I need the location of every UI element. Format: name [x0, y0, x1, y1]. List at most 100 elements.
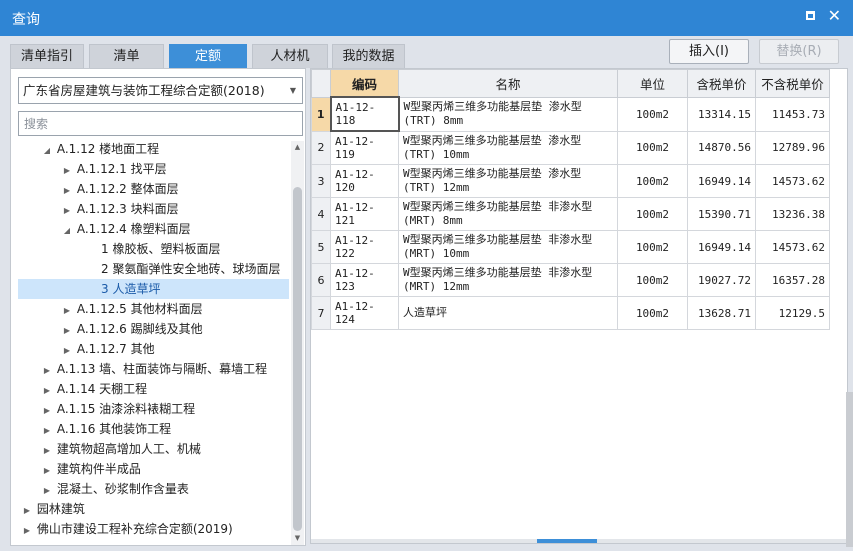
- cell-name[interactable]: W型聚丙烯三维多功能基层垫 非渗水型(MRT) 8mm: [398, 197, 618, 231]
- table-row[interactable]: 3 A1-12-120 W型聚丙烯三维多功能基层垫 渗水型(TRT) 12mm …: [311, 164, 830, 198]
- cell-tax-price[interactable]: 14870.56: [687, 130, 756, 165]
- scrollbar-thumb[interactable]: [293, 187, 302, 531]
- tree-scrollbar[interactable]: ▲ ▼: [291, 141, 304, 545]
- tab-bill-guide[interactable]: 清单指引: [10, 44, 84, 68]
- cell-unit[interactable]: 100m2: [617, 296, 688, 330]
- collapsed-triangle-icon[interactable]: ▶: [41, 481, 53, 501]
- replace-button[interactable]: 替换(R): [759, 39, 839, 64]
- cell-name[interactable]: 人造草坪: [398, 296, 618, 330]
- tree-item-semi-finished-components[interactable]: ▶ 建筑构件半成品: [41, 459, 141, 479]
- collapsed-triangle-icon[interactable]: ▶: [41, 421, 53, 441]
- scrollbar-thumb[interactable]: [537, 539, 597, 543]
- collapsed-triangle-icon[interactable]: ▶: [41, 381, 53, 401]
- cell-unit[interactable]: 100m2: [617, 263, 688, 297]
- column-header-notax-price[interactable]: 不含税单价: [755, 69, 830, 98]
- cell-tax-price[interactable]: 16949.14: [687, 230, 756, 264]
- cell-unit[interactable]: 100m2: [617, 230, 688, 264]
- collapsed-triangle-icon[interactable]: ▶: [61, 321, 73, 341]
- cell-notax-price[interactable]: 16357.28: [755, 263, 830, 297]
- cell-tax-price[interactable]: 16949.14: [687, 164, 756, 198]
- collapsed-triangle-icon[interactable]: ▶: [61, 301, 73, 321]
- tree-item-a1-16[interactable]: ▶ A.1.16 其他装饰工程: [41, 419, 171, 439]
- column-header-code[interactable]: 编码: [330, 69, 399, 98]
- tree-item-a1-12[interactable]: ◢ A.1.12 楼地面工程: [41, 139, 159, 159]
- collapsed-triangle-icon[interactable]: ▶: [61, 341, 73, 361]
- collapsed-triangle-icon[interactable]: ▶: [21, 501, 33, 521]
- tree-item-garden-building[interactable]: ▶ 园林建筑: [21, 499, 85, 519]
- cell-name[interactable]: W型聚丙烯三维多功能基层垫 渗水型(TRT) 12mm: [398, 164, 618, 198]
- column-header-tax-price[interactable]: 含税单价: [687, 69, 756, 98]
- cell-notax-price[interactable]: 14573.62: [755, 230, 830, 264]
- tree-item-artificial-turf[interactable]: 3 人造草坪: [18, 279, 289, 299]
- tree-item-a1-12-5[interactable]: ▶ A.1.12.5 其他材料面层: [61, 299, 203, 319]
- tab-quota[interactable]: 定额: [169, 44, 247, 68]
- collapsed-triangle-icon[interactable]: ▶: [41, 441, 53, 461]
- quota-library-select[interactable]: 广东省房屋建筑与装饰工程综合定额(2018) ▼: [18, 77, 303, 104]
- expanded-triangle-icon[interactable]: ◢: [61, 221, 73, 241]
- cell-code[interactable]: A1-12-119: [330, 130, 399, 165]
- tree-item-a1-12-6[interactable]: ▶ A.1.12.6 踢脚线及其他: [61, 319, 203, 339]
- cell-code[interactable]: A1-12-121: [330, 197, 399, 231]
- cell-code[interactable]: A1-12-123: [330, 263, 399, 297]
- tree-item-rubber-plastic-board[interactable]: 1 橡胶板、塑料板面层: [101, 239, 220, 259]
- tree-item-a1-12-2[interactable]: ▶ A.1.12.2 整体面层: [61, 179, 179, 199]
- tree-item-a1-14[interactable]: ▶ A.1.14 天棚工程: [41, 379, 147, 399]
- cell-notax-price[interactable]: 14573.62: [755, 164, 830, 198]
- tree-item-a1-15[interactable]: ▶ A.1.15 油漆涂料裱糊工程: [41, 399, 195, 419]
- maximize-icon[interactable]: [806, 11, 815, 20]
- tree-item-concrete-mortar-table[interactable]: ▶ 混凝土、砂浆制作含量表: [41, 479, 189, 499]
- tree-item-foshan-supplement-2019[interactable]: ▶ 佛山市建设工程补充综合定额(2019): [21, 519, 233, 539]
- tree-item-a1-12-7[interactable]: ▶ A.1.12.7 其他: [61, 339, 155, 359]
- tree-item-a1-13[interactable]: ▶ A.1.13 墙、柱面装饰与隔断、幕墙工程: [41, 359, 267, 379]
- column-header-name[interactable]: 名称: [398, 69, 618, 98]
- scroll-up-arrow-icon[interactable]: ▲: [291, 141, 304, 154]
- collapsed-triangle-icon[interactable]: ▶: [21, 521, 33, 541]
- cell-code[interactable]: A1-12-124: [330, 296, 399, 330]
- tab-labor-material-machine[interactable]: 人材机: [252, 44, 328, 68]
- tree-item-a1-12-3[interactable]: ▶ A.1.12.3 块料面层: [61, 199, 179, 219]
- table-row[interactable]: 5 A1-12-122 W型聚丙烯三维多功能基层垫 非渗水型(MRT) 10mm…: [311, 230, 830, 264]
- cell-name[interactable]: W型聚丙烯三维多功能基层垫 渗水型(TRT) 10mm: [398, 130, 618, 165]
- horizontal-scrollbar[interactable]: [311, 539, 847, 543]
- cell-notax-price[interactable]: 12789.96: [755, 130, 830, 165]
- cell-tax-price[interactable]: 13314.15: [687, 96, 756, 132]
- collapsed-triangle-icon[interactable]: ▶: [61, 161, 73, 181]
- insert-button[interactable]: 插入(I): [669, 39, 749, 64]
- table-row[interactable]: 7 A1-12-124 人造草坪 100m2 13628.71 12129.5: [311, 296, 830, 330]
- tree-item-polyurethane-court[interactable]: 2 聚氨酯弹性安全地砖、球场面层: [101, 259, 280, 279]
- cell-notax-price[interactable]: 12129.5: [755, 296, 830, 330]
- tree-item-a1-12-1[interactable]: ▶ A.1.12.1 找平层: [61, 159, 167, 179]
- table-row[interactable]: 4 A1-12-121 W型聚丙烯三维多功能基层垫 非渗水型(MRT) 8mm …: [311, 197, 830, 231]
- expanded-triangle-icon[interactable]: ◢: [41, 141, 53, 161]
- collapsed-triangle-icon[interactable]: ▶: [41, 361, 53, 381]
- table-row[interactable]: 6 A1-12-123 W型聚丙烯三维多功能基层垫 非渗水型(MRT) 12mm…: [311, 263, 830, 297]
- scroll-down-arrow-icon[interactable]: ▼: [291, 532, 304, 545]
- cell-notax-price[interactable]: 13236.38: [755, 197, 830, 231]
- cell-code[interactable]: A1-12-120: [330, 164, 399, 198]
- cell-unit[interactable]: 100m2: [617, 197, 688, 231]
- table-row[interactable]: 2 A1-12-119 W型聚丙烯三维多功能基层垫 渗水型(TRT) 10mm …: [311, 130, 830, 165]
- cell-name[interactable]: W型聚丙烯三维多功能基层垫 非渗水型(MRT) 10mm: [398, 230, 618, 264]
- collapsed-triangle-icon[interactable]: ▶: [61, 201, 73, 221]
- cell-code[interactable]: A1-12-118: [329, 96, 400, 132]
- cell-name[interactable]: W型聚丙烯三维多功能基层垫 渗水型(TRT) 8mm: [398, 96, 618, 132]
- cell-tax-price[interactable]: 13628.71: [687, 296, 756, 330]
- collapsed-triangle-icon[interactable]: ▶: [61, 181, 73, 201]
- cell-notax-price[interactable]: 11453.73: [755, 96, 830, 132]
- cell-code[interactable]: A1-12-122: [330, 230, 399, 264]
- tree-item-a1-12-4[interactable]: ◢ A.1.12.4 橡塑料面层: [61, 219, 191, 239]
- cell-unit[interactable]: 100m2: [617, 130, 688, 165]
- cell-name[interactable]: W型聚丙烯三维多功能基层垫 非渗水型(MRT) 12mm: [398, 263, 618, 297]
- table-row[interactable]: 1 A1-12-118 W型聚丙烯三维多功能基层垫 渗水型(TRT) 8mm 1…: [311, 96, 830, 132]
- tab-bill[interactable]: 清单: [89, 44, 164, 68]
- tab-my-data[interactable]: 我的数据: [332, 44, 405, 68]
- search-input[interactable]: [18, 111, 303, 136]
- tree-item-high-rise-extra[interactable]: ▶ 建筑物超高增加人工、机械: [41, 439, 201, 459]
- collapsed-triangle-icon[interactable]: ▶: [41, 401, 53, 421]
- cell-tax-price[interactable]: 19027.72: [687, 263, 756, 297]
- cell-unit[interactable]: 100m2: [617, 96, 688, 132]
- cell-unit[interactable]: 100m2: [617, 164, 688, 198]
- column-header-unit[interactable]: 单位: [617, 69, 688, 98]
- cell-tax-price[interactable]: 15390.71: [687, 197, 756, 231]
- close-icon[interactable]: ✕: [828, 6, 841, 26]
